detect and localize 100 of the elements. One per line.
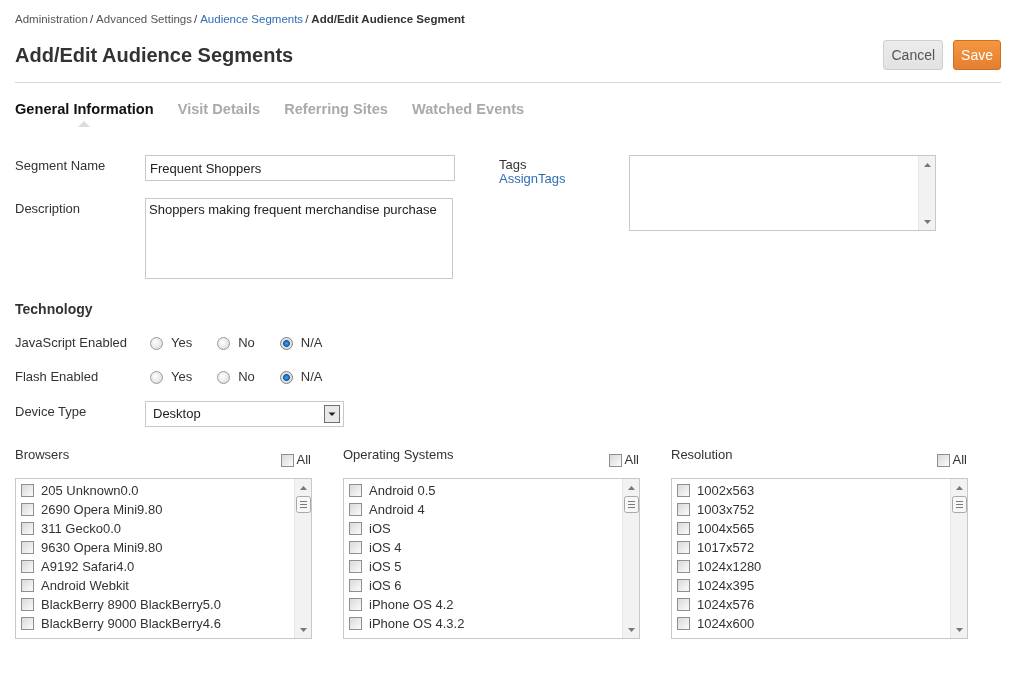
checkbox-label[interactable]: 1017x572 [697,537,755,558]
section-heading: Technology [15,301,94,318]
description-textarea[interactable]: Shoppers making frequent merchandise purchase [145,198,453,279]
radio-label[interactable]: No [238,333,255,353]
checkbox[interactable] [677,560,690,573]
field-label: Segment Name [15,157,107,175]
scroll-down-icon[interactable] [299,627,307,632]
checkbox-label[interactable]: Android 4 [369,499,425,520]
radio-button[interactable] [279,336,293,350]
checkbox[interactable] [677,598,690,611]
checkbox-label[interactable]: 1024x395 [697,575,755,596]
scrollbar[interactable] [918,156,935,230]
checkbox-label[interactable]: 311 Gecko0.0 [41,518,121,539]
checkbox[interactable] [677,579,690,592]
checkbox[interactable] [349,484,362,497]
checkbox-label[interactable]: iOS 4 [369,537,402,558]
field-label: Description [15,200,82,218]
checkbox[interactable] [349,541,362,554]
scrollbar[interactable] [622,479,639,638]
breadcrumb-link[interactable]: Audience Segments [200,13,304,25]
checkbox[interactable] [21,541,34,554]
cancel-button[interactable]: Cancel [883,40,944,70]
checkbox-label[interactable]: iOS 5 [369,556,402,577]
checkbox-label[interactable]: All [624,453,639,467]
caret-icon[interactable] [324,405,340,423]
checkbox[interactable] [349,503,362,516]
checkbox-label[interactable]: 205 Unknown0.0 [41,480,139,501]
list-title: Resolution [671,447,733,463]
scroll-down-icon[interactable] [923,219,931,224]
breadcrumb-link[interactable]: Advanced Settings [96,13,192,25]
tab[interactable]: General Information [15,101,154,127]
checkbox[interactable] [349,598,362,611]
checkbox[interactable] [677,522,690,535]
device-type-select[interactable]: Desktop [145,401,344,427]
checkbox[interactable] [349,560,362,573]
checkbox-label[interactable]: BlackBerry 8900 BlackBerry5.0 [41,594,221,615]
radio-button[interactable] [279,370,293,384]
checkbox[interactable] [677,503,690,516]
radio-label[interactable]: N/A [300,333,323,353]
checkbox[interactable] [608,453,622,467]
checkbox-label[interactable]: 1004x565 [697,518,755,539]
checkbox[interactable] [21,560,34,573]
radio-label[interactable]: No [238,367,255,387]
checkbox-label[interactable]: BlackBerry 9000 BlackBerry4.6 [41,613,221,634]
checkbox[interactable] [936,453,950,467]
scroll-thumb[interactable] [951,496,967,513]
scroll-up-icon[interactable] [923,162,931,167]
checkbox[interactable] [677,484,690,497]
checkbox[interactable] [349,617,362,630]
segment-name-input[interactable]: Frequent Shoppers [145,155,455,181]
checkbox-label[interactable]: iPhone OS 4.2 [369,594,454,615]
checkbox-label[interactable]: 1024x600 [697,613,755,634]
checkbox-label[interactable]: A9192 Safari4.0 [41,556,135,577]
tags-field[interactable] [629,155,936,231]
checkbox-label[interactable]: 1024x576 [697,594,755,615]
checkbox-label[interactable]: 1003x752 [697,499,755,520]
checkbox[interactable] [21,579,34,592]
radio-button[interactable] [150,336,163,350]
checkbox[interactable] [677,541,690,554]
radio-button[interactable] [217,336,231,350]
tab-pointer-icon [78,121,91,127]
checkbox-label[interactable]: Android 0.5 [369,480,436,501]
assign-tags-link[interactable]: AssignTags [499,172,629,186]
radio-label[interactable]: Yes [171,333,193,353]
checkbox-label[interactable]: All [952,453,967,467]
checkbox[interactable] [21,522,34,535]
breadcrumb-current: Add/Edit Audience Segment [311,13,465,25]
checkbox-label[interactable]: iOS [369,518,391,539]
radio-button[interactable] [150,370,163,384]
checkbox[interactable] [349,579,362,592]
radio-button[interactable] [217,370,231,384]
scroll-thumb[interactable] [295,496,311,513]
checkbox-label[interactable]: 9630 Opera Mini9.80 [41,537,163,558]
checkbox-label[interactable]: iPhone OS 4.3.2 [369,613,465,634]
checkbox-label[interactable]: 2690 Opera Mini9.80 [41,499,163,520]
checkbox-label[interactable]: 1024x1280 [697,556,762,577]
scrollbar[interactable] [294,479,311,638]
checkbox-label[interactable]: iOS 6 [369,575,402,596]
scrollbar[interactable] [950,479,967,638]
checkbox[interactable] [21,598,34,611]
radio-label[interactable]: N/A [300,367,323,387]
checkbox[interactable] [280,453,294,467]
breadcrumb-link[interactable]: Administration [15,13,88,25]
scroll-down-icon[interactable] [627,627,635,632]
checkbox-label[interactable]: Android Webkit [41,575,129,596]
scroll-thumb[interactable] [623,496,639,513]
checkbox[interactable] [21,617,34,630]
scroll-up-icon[interactable] [627,485,635,490]
checkbox[interactable] [21,484,34,497]
checkbox[interactable] [21,503,34,516]
page-title: Add/Edit Audience Segments [15,43,294,67]
breadcrumb-separator: / [305,13,309,25]
scroll-up-icon[interactable] [299,485,307,490]
checkbox-label[interactable]: All [296,453,311,467]
checkbox[interactable] [349,522,362,535]
radio-label[interactable]: Yes [171,367,193,387]
checkbox-label[interactable]: 1002x563 [697,480,755,501]
scroll-up-icon[interactable] [955,485,963,490]
scroll-down-icon[interactable] [955,627,963,632]
checkbox[interactable] [677,617,690,630]
